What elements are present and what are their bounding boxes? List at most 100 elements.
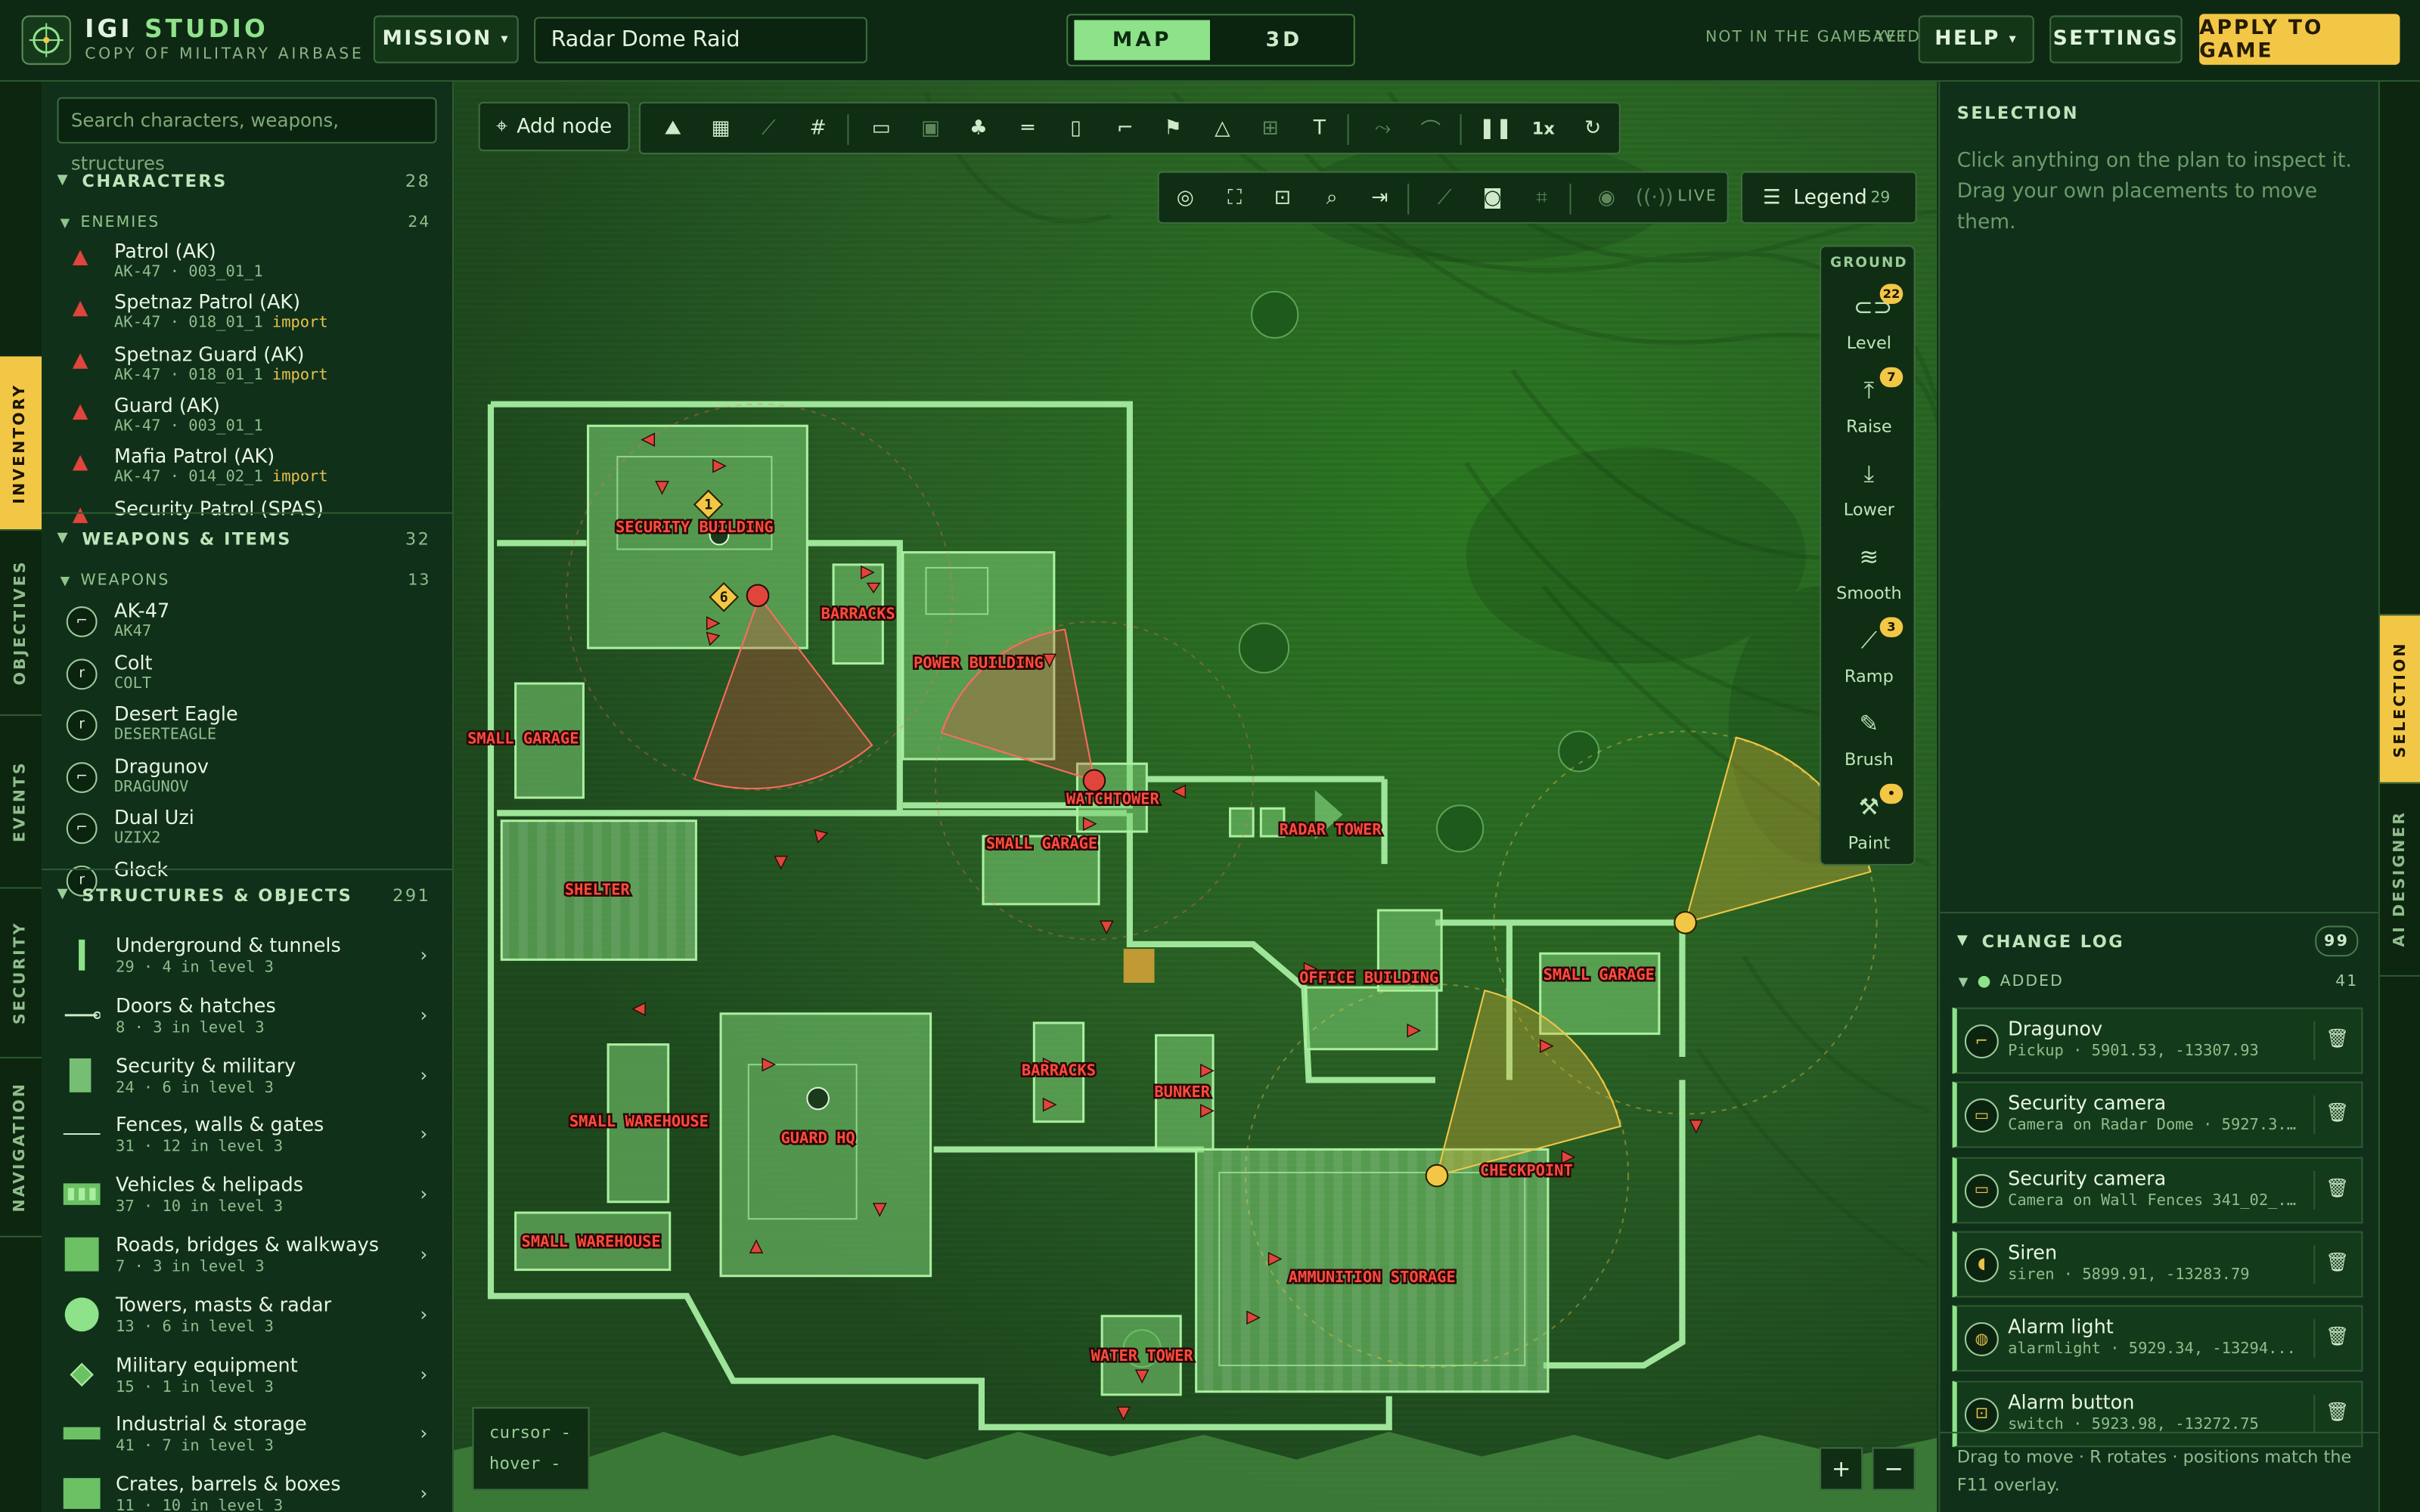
text-icon[interactable]: T bbox=[1306, 114, 1334, 142]
label-small-garage-1[interactable]: SMALL GARAGE bbox=[466, 727, 581, 749]
flag-icon[interactable]: ⚑ bbox=[1159, 114, 1187, 142]
eye-icon[interactable]: ◉ bbox=[1593, 184, 1621, 212]
list-item[interactable]: Security & military 24 · 6 in level 3 › bbox=[42, 1047, 452, 1108]
label-barracks-2[interactable]: BARRACKS bbox=[1019, 1059, 1097, 1081]
search-input[interactable]: Search characters, weapons, structures bbox=[57, 97, 437, 175]
tower-icon[interactable]: △ bbox=[1208, 114, 1236, 142]
help-button[interactable]: HELP ▾ bbox=[1918, 15, 2034, 64]
list-item[interactable]: ⌐ AK-47 AK47 bbox=[42, 596, 452, 646]
link-icon[interactable]: ⤳ bbox=[1369, 114, 1397, 142]
zoom-in-button[interactable]: + bbox=[1820, 1447, 1863, 1491]
list-item[interactable]: Crates, barrels & boxes 11 · 10 in level … bbox=[42, 1466, 452, 1512]
label-barracks-1[interactable]: BARRACKS bbox=[819, 603, 897, 624]
add-node-button[interactable]: ⌖ Add node bbox=[478, 101, 630, 151]
list-item[interactable]: r Colt COLT bbox=[42, 647, 452, 698]
bed-icon[interactable]: ▭ bbox=[867, 114, 895, 142]
list-item[interactable]: Roads, bridges & walkways 7 · 3 in level … bbox=[42, 1226, 452, 1287]
label-office-building[interactable]: OFFICE BUILDING bbox=[1298, 966, 1441, 988]
mission-name-input[interactable]: Radar Dome Raid bbox=[534, 17, 867, 64]
zoom-out-button[interactable]: − bbox=[1872, 1447, 1916, 1491]
label-radar-tower[interactable]: RADAR TOWER bbox=[1277, 819, 1384, 841]
chart-icon[interactable]: ⌗ bbox=[1528, 184, 1556, 212]
speed-button[interactable]: 1x bbox=[1529, 114, 1557, 142]
enemies-subheader[interactable]: ▼ ENEMIES 24 bbox=[42, 215, 452, 231]
list-item[interactable]: Vehicles & helipads 37 · 10 in level 3 › bbox=[42, 1167, 452, 1227]
trash-icon[interactable]: 🗑 bbox=[2325, 1176, 2349, 1198]
changelog-item[interactable]: ◖ Siren siren · 5899.91, -13283.79 🗑 bbox=[1952, 1231, 2363, 1298]
trash-icon[interactable]: 🗑 bbox=[2325, 1400, 2349, 1422]
ground-tool-paint[interactable]: ⚒ • Paint bbox=[1821, 783, 1917, 870]
label-shelter[interactable]: SHELTER bbox=[563, 878, 632, 900]
grid-icon[interactable]: # bbox=[804, 114, 832, 142]
list-item[interactable]: r Desert Eagle DESERTEAGLE bbox=[42, 699, 452, 749]
changelog-item[interactable]: ⊡ Alarm button switch · 5923.98, -13272.75… bbox=[1952, 1380, 2363, 1447]
label-watchtower[interactable]: WATCHTOWER bbox=[1064, 788, 1162, 810]
ground-tool-brush[interactable]: ✎ Brush bbox=[1821, 704, 1917, 787]
list-item[interactable]: Guard (AK) AK-47 · 003_01_1 bbox=[42, 390, 452, 441]
list-item[interactable]: Mafia Patrol (AK) AK-47 · 014_02_1 import bbox=[42, 442, 452, 492]
label-power-building[interactable]: POWER BUILDING bbox=[911, 652, 1045, 674]
trash-icon[interactable]: 🗑 bbox=[2325, 1102, 2349, 1124]
ground-tool-lower[interactable]: ⤓ Lower bbox=[1821, 454, 1917, 537]
tab-inventory[interactable]: INVENTORY bbox=[0, 356, 42, 531]
label-small-garage-3[interactable]: SMALL GARAGE bbox=[1541, 963, 1656, 985]
weapons-header[interactable]: ▼ WEAPONS & ITEMS 32 bbox=[42, 520, 452, 557]
tab-ai-designer[interactable]: AI DESIGNER bbox=[2379, 781, 2420, 977]
label-small-garage-2[interactable]: SMALL GARAGE bbox=[984, 832, 1099, 854]
fence-icon[interactable]: ═ bbox=[1014, 114, 1042, 142]
changelog-item[interactable]: ◍ Alarm light alarmlight · 5929.34, -13294… bbox=[1952, 1305, 2363, 1372]
tree-icon[interactable]: ♣ bbox=[965, 114, 993, 142]
list-item[interactable]: Underground & tunnels 29 · 4 in level 3 › bbox=[42, 928, 452, 988]
map-canvas[interactable]: SECURITY BUILDING BARRACKS POWER BUILDIN… bbox=[453, 82, 1938, 1512]
settings-button[interactable]: SETTINGS bbox=[2049, 15, 2183, 64]
tab-security[interactable]: SECURITY bbox=[0, 887, 42, 1058]
tab-events[interactable]: EVENTS bbox=[0, 714, 42, 889]
reset-icon[interactable]: ↻ bbox=[1579, 114, 1607, 142]
ruler-icon[interactable]: ⟋ bbox=[1431, 184, 1459, 212]
building-icon[interactable]: ▦ bbox=[707, 114, 735, 142]
tab-map[interactable]: MAP bbox=[1074, 20, 1210, 60]
list-item[interactable]: Doors & hatches 8 · 3 in level 3 › bbox=[42, 987, 452, 1048]
rifle-icon[interactable]: ⌐ bbox=[1111, 114, 1139, 142]
trash-icon[interactable]: 🗑 bbox=[2325, 1325, 2349, 1347]
ground-tool-ramp[interactable]: ⟋ 3 Ramp bbox=[1821, 617, 1917, 703]
tab-3d[interactable]: 3D bbox=[1219, 20, 1348, 60]
tab-objectives[interactable]: OBJECTIVES bbox=[0, 529, 42, 716]
legend-button[interactable]: ☰ Legend 29 bbox=[1741, 171, 1917, 224]
camera-icon[interactable]: ◙ bbox=[1478, 184, 1506, 212]
label-bunker[interactable]: BUNKER bbox=[1153, 1080, 1212, 1102]
structures-header[interactable]: ▼ STRUCTURES & OBJECTS 291 bbox=[42, 876, 452, 913]
ground-tool-raise[interactable]: ⤒ 7 Raise bbox=[1821, 367, 1917, 454]
list-item[interactable]: ⌐ Dragunov DRAGUNOV bbox=[42, 751, 452, 801]
trash-icon[interactable]: 🗑 bbox=[2325, 1251, 2349, 1273]
live-label[interactable]: LIVE bbox=[1677, 188, 1717, 205]
ground-tool-smooth[interactable]: ≋ Smooth bbox=[1821, 537, 1917, 620]
apply-to-game-button[interactable]: APPLY TO GAME bbox=[2199, 14, 2400, 65]
weapons-subheader[interactable]: ▼ WEAPONS 13 bbox=[42, 572, 452, 589]
label-small-warehouse-1[interactable]: SMALL WAREHOUSE bbox=[567, 1110, 710, 1132]
added-subheader[interactable]: ▼ ● ADDED 41 bbox=[1940, 974, 2378, 990]
zoom-icon[interactable]: ⌕ bbox=[1318, 184, 1346, 212]
fit-icon[interactable]: ⛶ bbox=[1221, 184, 1249, 212]
terrain-icon[interactable]: ⛰ bbox=[659, 114, 687, 142]
focus-icon[interactable]: ⊡ bbox=[1269, 184, 1297, 212]
broadcast-icon[interactable]: ((·)) bbox=[1636, 184, 1674, 212]
compass-icon[interactable]: ◎ bbox=[1171, 184, 1199, 212]
label-guard-hq[interactable]: GUARD HQ bbox=[779, 1127, 857, 1149]
label-ammunition-storage[interactable]: AMMUNITION STORAGE bbox=[1286, 1266, 1457, 1287]
list-item[interactable]: Patrol (AK) AK-47 · 003_01_1 bbox=[42, 236, 452, 287]
goto-icon[interactable]: ⇥ bbox=[1366, 184, 1394, 212]
curve-icon[interactable]: ⌒ bbox=[1416, 114, 1444, 143]
mission-menu-button[interactable]: MISSION ▾ bbox=[373, 15, 519, 64]
tab-navigation[interactable]: NAVIGATION bbox=[0, 1057, 42, 1238]
changelog-item[interactable]: ▭ Security camera Camera on Wall Fences 34… bbox=[1952, 1156, 2363, 1223]
list-item[interactable]: Towers, masts & radar 13 · 6 in level 3 › bbox=[42, 1287, 452, 1347]
list-item[interactable]: Military equipment 15 · 1 in level 3 › bbox=[42, 1346, 452, 1407]
tab-selection[interactable]: SELECTION bbox=[2379, 614, 2420, 784]
ground-tool-level[interactable]: ⊂⊃ 22 Level bbox=[1821, 284, 1917, 370]
changelog-header[interactable]: ▼ CHANGE LOG 99 bbox=[1940, 922, 2378, 959]
path-icon[interactable]: ⟋ bbox=[755, 114, 783, 142]
changelog-item[interactable]: ⌐ Dragunov Pickup · 5901.53, -13307.93 🗑 bbox=[1952, 1007, 2363, 1074]
barrier-icon[interactable]: ⊞ bbox=[1256, 114, 1284, 142]
label-checkpoint[interactable]: CHECKPOINT bbox=[1478, 1160, 1575, 1182]
